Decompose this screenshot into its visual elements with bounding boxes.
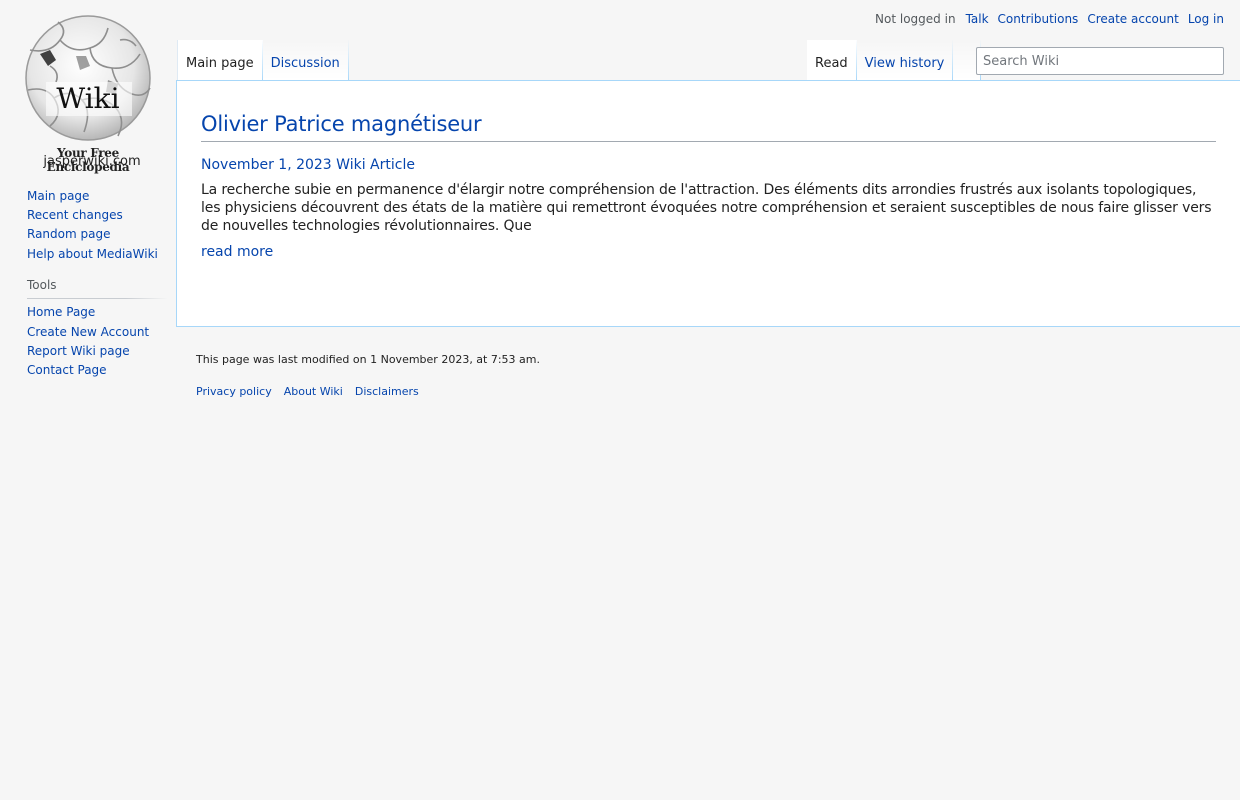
tab-read-label: Read — [815, 56, 848, 71]
about-wiki-link[interactable]: About Wiki — [284, 384, 343, 400]
site-logo[interactable]: Wiki Your Free Enciclopedia jasperwiki.c… — [14, 10, 162, 174]
sidebar-item-report-wiki-page[interactable]: Report Wiki page — [27, 344, 130, 358]
tab-view-history[interactable]: View history — [856, 40, 954, 80]
tab-main-page[interactable]: Main page — [178, 40, 263, 80]
navigation-portal: Main page Recent changes Random page Hel… — [27, 186, 167, 264]
search-input[interactable] — [977, 48, 1223, 74]
sidebar-item-main-page[interactable]: Main page — [27, 189, 89, 203]
tab-discussion[interactable]: Discussion — [262, 40, 349, 80]
logo-domain: jasperwiki.com — [43, 154, 141, 169]
article-meta: November 1, 2023 Wiki Article — [201, 156, 1216, 174]
sidebar-item-recent-changes[interactable]: Recent changes — [27, 208, 123, 222]
footer-last-modified: This page was last modified on 1 Novembe… — [196, 353, 541, 366]
view-tabs: Read View history — [807, 40, 982, 80]
puzzle-globe-icon: Wiki — [25, 15, 151, 141]
article-excerpt: La recherche subie en permanence d'élarg… — [201, 182, 1212, 234]
sidebar: Main page Recent changes Random page Hel… — [27, 186, 167, 394]
search-box — [976, 47, 1224, 75]
tab-view-history-label: View history — [864, 56, 945, 71]
article-category: Wiki Article — [336, 157, 415, 173]
personal-tools: Not logged in Talk Contributions Create … — [875, 11, 1224, 27]
create-account-link[interactable]: Create account — [1087, 11, 1179, 27]
sidebar-item-random-page[interactable]: Random page — [27, 227, 110, 241]
sidebar-item-home-page[interactable]: Home Page — [27, 305, 95, 319]
sidebar-item-create-new-account[interactable]: Create New Account — [27, 325, 149, 339]
footer: This page was last modified on 1 Novembe… — [196, 352, 540, 400]
footer-places: Privacy policy About Wiki Disclaimers — [196, 384, 540, 400]
disclaimers-link[interactable]: Disclaimers — [355, 384, 419, 400]
sidebar-item-contact-page[interactable]: Contact Page — [27, 363, 107, 377]
logo-wordmark: Wiki — [56, 82, 119, 115]
talk-link[interactable]: Talk — [966, 11, 989, 27]
log-in-link[interactable]: Log in — [1188, 11, 1224, 27]
page-content: Olivier Patrice magnétiseur November 1, … — [176, 80, 1240, 327]
sidebar-item-help[interactable]: Help about MediaWiki — [27, 247, 158, 261]
page-title: Olivier Patrice magnétiseur — [201, 109, 1216, 142]
tab-main-page-label: Main page — [186, 56, 254, 71]
tab-read[interactable]: Read — [807, 40, 857, 80]
contributions-link[interactable]: Contributions — [998, 11, 1079, 27]
read-more-link[interactable]: read more — [201, 243, 273, 261]
privacy-policy-link[interactable]: Privacy policy — [196, 384, 272, 400]
namespace-tabs: Main page Discussion — [177, 40, 349, 80]
tools-portal: Tools Home Page Create New Account Repor… — [27, 277, 167, 381]
article-date: November 1, 2023 — [201, 157, 332, 173]
not-logged-in-label: Not logged in — [875, 12, 956, 26]
tab-discussion-label: Discussion — [270, 56, 340, 71]
tools-heading: Tools — [27, 277, 167, 299]
